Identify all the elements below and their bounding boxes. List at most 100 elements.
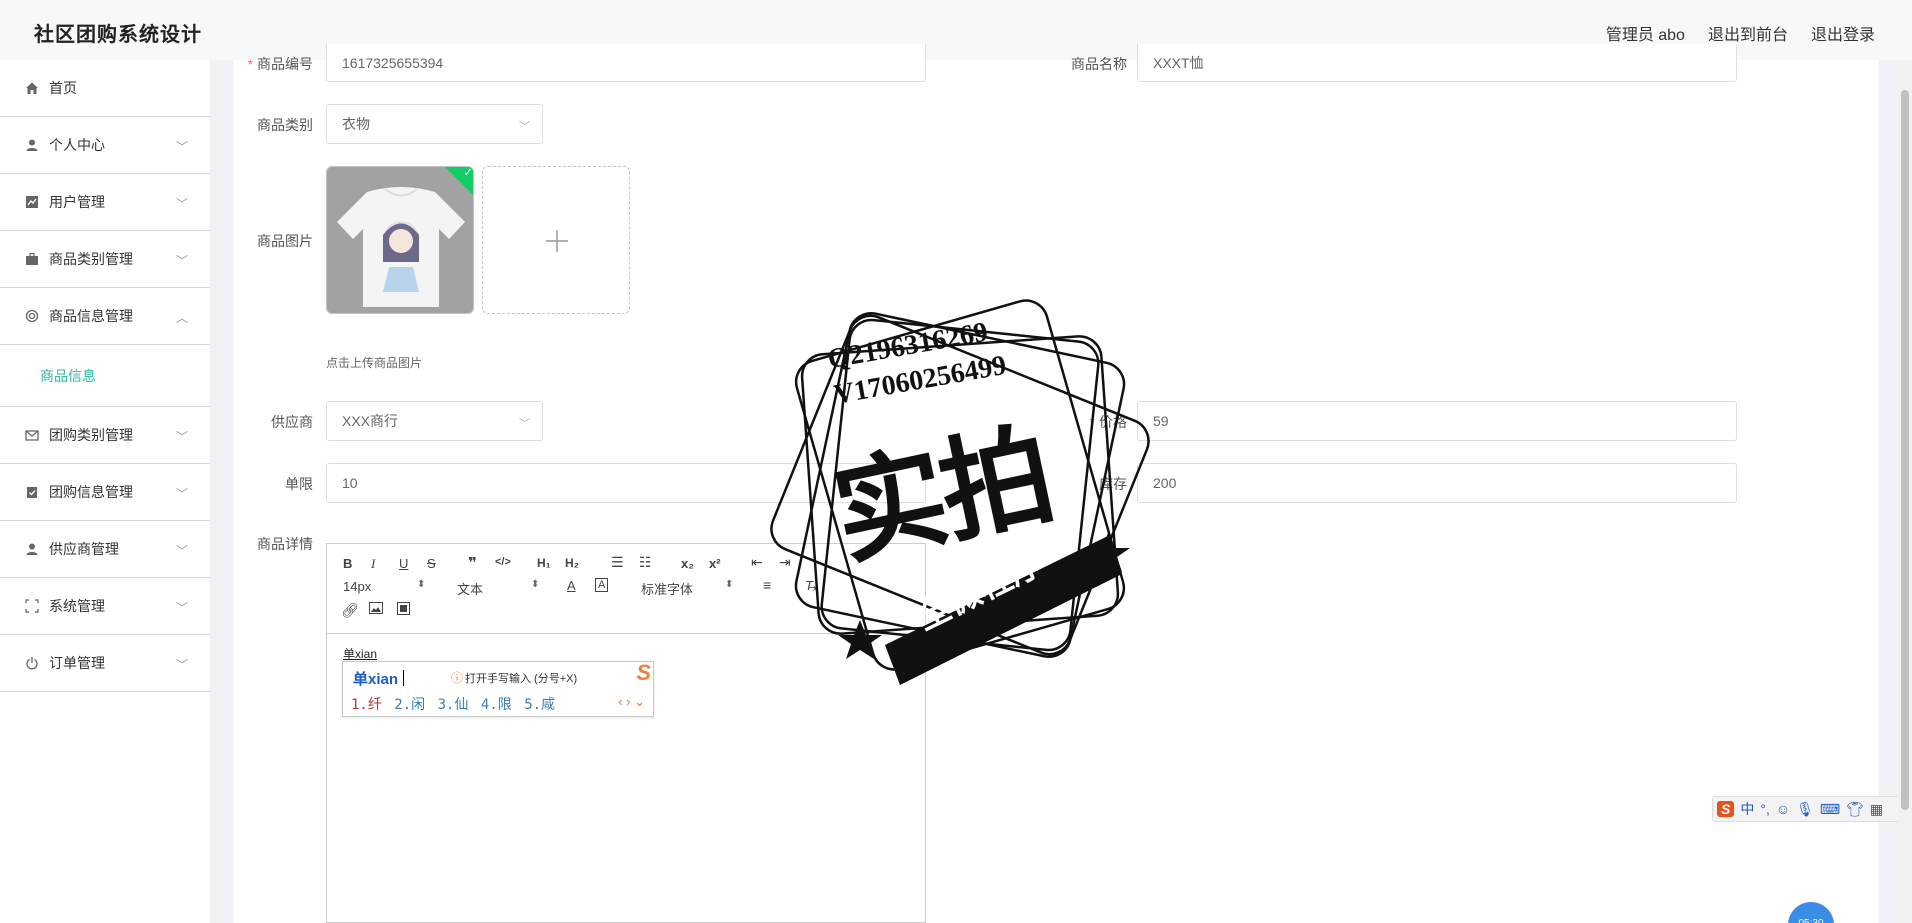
sidebar-item-system[interactable]: 系统管理 ﹀ xyxy=(0,578,210,635)
sidebar-item-label: 首页 xyxy=(49,80,77,96)
admin-user-label[interactable]: 管理员 abo xyxy=(1606,21,1685,45)
check-icon: ✓ xyxy=(463,166,473,179)
code-icon[interactable]: </> xyxy=(495,556,511,568)
product-name-input[interactable]: XXXT恤 xyxy=(1137,44,1737,82)
ime-candidates: 1.纤 2.闲 3.仙 4.限 5.咸 xyxy=(351,694,555,714)
text-cursor xyxy=(403,670,404,686)
chevron-down-icon: ﹀ xyxy=(175,487,188,501)
emoji-icon[interactable]: ☺ xyxy=(1776,801,1790,817)
subscript-icon[interactable]: x₂ xyxy=(681,556,694,571)
product-code-input[interactable]: 1617325655394 xyxy=(326,44,926,82)
font-family-arrow-icon: ⬍ xyxy=(725,579,734,590)
editor-content[interactable]: 单xian xyxy=(343,645,377,662)
paragraph-select[interactable]: 文本 xyxy=(457,579,483,598)
category-label: 商品类别 xyxy=(257,117,313,133)
category-select-value: 衣物 xyxy=(342,116,370,132)
sidebar-item-label: 系统管理 xyxy=(49,598,105,614)
supplier-select-value: XXX商行 xyxy=(342,413,399,429)
logout-link[interactable]: 退出登录 xyxy=(1811,21,1875,45)
image-icon[interactable] xyxy=(369,602,383,617)
font-family-select[interactable]: 标准字体 xyxy=(641,579,693,598)
chevron-down-icon: ﹀ xyxy=(519,418,530,430)
header-links: 管理员 abo 退出到前台 退出登录 xyxy=(1606,21,1875,45)
mic-icon[interactable]: 🎙︎ xyxy=(1796,801,1814,818)
ime-handwriting-hint[interactable]: 打开手写输入 (分号+X) xyxy=(465,670,577,686)
sidebar-item-label: 用户管理 xyxy=(49,194,105,210)
category-select[interactable]: 衣物 ﹀ xyxy=(326,104,543,144)
sidebar-item-label: 团购信息管理 xyxy=(49,484,133,500)
underline-icon[interactable]: U xyxy=(399,556,408,571)
watermark-stamp: Q2196316269 V17060256499 实拍 全微程序 xyxy=(740,265,1180,705)
limit-label: 单限 xyxy=(285,476,313,492)
image-upload-button[interactable] xyxy=(482,166,630,314)
chevron-down-icon: ﹀ xyxy=(175,544,188,558)
ime-mode-label[interactable]: 中 xyxy=(1740,799,1754,819)
sidebar-item-home[interactable]: 首页 xyxy=(0,60,210,117)
page-scrollbar[interactable] xyxy=(1898,60,1912,923)
font-color-icon[interactable]: A xyxy=(567,578,576,593)
info-icon: ⓘ xyxy=(451,671,464,685)
font-size-select[interactable]: 14px xyxy=(343,579,371,594)
header1-icon[interactable]: H₁ xyxy=(537,556,551,570)
sidebar-item-product-info[interactable]: 商品信息管理 ︿ xyxy=(0,288,210,345)
supplier-label: 供应商 xyxy=(271,414,313,430)
detail-label: 商品详情 xyxy=(257,536,313,552)
paragraph-arrow-icon: ⬍ xyxy=(531,579,540,590)
mail-icon xyxy=(24,427,40,443)
blockquote-icon[interactable]: ❞ xyxy=(468,554,477,572)
skin-icon[interactable]: 👕︎ xyxy=(1846,801,1864,818)
briefcase-icon xyxy=(24,251,40,267)
italic-icon[interactable]: I xyxy=(371,556,375,572)
chevron-up-icon: ︿ xyxy=(175,311,188,325)
sidebar-item-group-info[interactable]: 团购信息管理 ﹀ xyxy=(0,464,210,521)
chevron-down-icon: ﹀ xyxy=(175,254,188,268)
back-to-front-link[interactable]: 退出到前台 xyxy=(1708,21,1788,45)
sidebar-item-label: 商品信息管理 xyxy=(49,308,133,324)
ime-candidate[interactable]: 4.限 xyxy=(481,697,512,713)
header2-icon[interactable]: H₂ xyxy=(565,556,579,570)
sidebar-item-label: 订单管理 xyxy=(49,655,105,671)
ime-page-nav-icon[interactable]: ‹ › ⌄ xyxy=(618,694,645,710)
ime-status-bar[interactable]: S 中 °, ☺ 🎙︎ ⌨ 👕︎ ▦ xyxy=(1712,796,1912,822)
supplier-select[interactable]: XXX商行 ﹀ xyxy=(326,401,543,441)
toolbox-icon[interactable]: ▦ xyxy=(1870,801,1883,818)
chevron-down-icon: ﹀ xyxy=(175,197,188,211)
sidebar-item-group-category[interactable]: 团购类别管理 ﹀ xyxy=(0,407,210,464)
sogou-logo-icon: S xyxy=(636,660,651,685)
sidebar-subitem-label: 商品信息 xyxy=(40,367,96,384)
stock-input[interactable]: 200 xyxy=(1137,463,1737,503)
keyboard-icon[interactable]: ⌨ xyxy=(1820,801,1840,818)
chart-icon xyxy=(24,194,40,210)
sidebar-item-supplier[interactable]: 供应商管理 ﹀ xyxy=(0,521,210,578)
superscript-icon[interactable]: x² xyxy=(709,556,721,571)
ordered-list-icon[interactable]: ☰ xyxy=(611,554,624,571)
sidebar-item-product-category[interactable]: 商品类别管理 ﹀ xyxy=(0,231,210,288)
ime-candidate[interactable]: 2.闲 xyxy=(394,697,425,713)
background-color-icon[interactable]: A xyxy=(595,578,609,592)
ime-candidate-popup: 单xian ⓘ 打开手写输入 (分号+X) S 1.纤 2.闲 3.仙 4.限 … xyxy=(342,660,654,717)
tshirt-image xyxy=(327,167,473,313)
punctuation-icon[interactable]: °, xyxy=(1760,801,1770,817)
sidebar-subitem-product-info[interactable]: 商品信息 xyxy=(0,345,210,407)
plus-icon xyxy=(546,230,568,252)
scrollbar-thumb[interactable] xyxy=(1901,90,1909,810)
product-image-thumbnail[interactable]: ✓ xyxy=(326,166,474,314)
app-title: 社区团购系统设计 xyxy=(34,24,202,46)
sidebar-item-label: 商品类别管理 xyxy=(49,251,133,267)
ime-candidate[interactable]: 3.仙 xyxy=(438,697,469,713)
ime-candidate[interactable]: 5.咸 xyxy=(524,697,555,713)
product-name-label: 商品名称 xyxy=(1071,56,1127,72)
bold-icon[interactable]: B xyxy=(343,556,352,571)
user-icon xyxy=(24,137,40,153)
chevron-down-icon: ﹀ xyxy=(175,140,188,154)
video-icon[interactable] xyxy=(397,602,410,618)
price-input[interactable]: 59 xyxy=(1137,401,1737,441)
sidebar-item-profile[interactable]: 个人中心 ﹀ xyxy=(0,117,210,174)
link-icon[interactable]: 🔗︎ xyxy=(341,602,359,619)
sidebar-item-orders[interactable]: 订单管理 ﹀ xyxy=(0,635,210,692)
bullet-list-icon[interactable]: ☷ xyxy=(639,554,652,571)
ime-candidate[interactable]: 1.纤 xyxy=(351,697,382,713)
strike-icon[interactable]: S xyxy=(427,556,436,571)
sidebar-item-users[interactable]: 用户管理 ﹀ xyxy=(0,174,210,231)
image-label: 商品图片 xyxy=(257,233,313,249)
